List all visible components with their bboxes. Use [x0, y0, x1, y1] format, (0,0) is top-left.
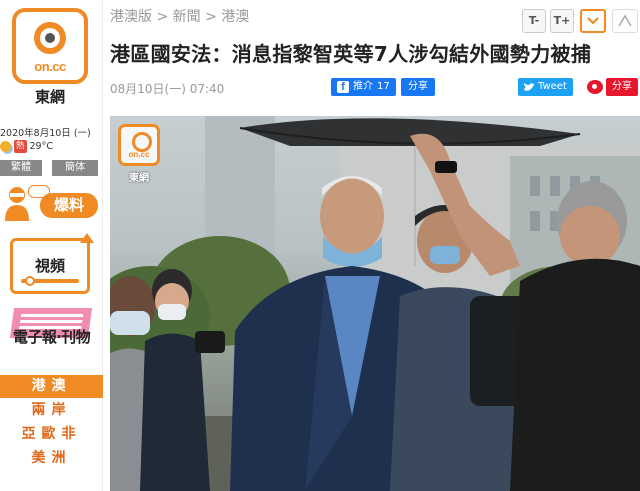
fb-recommend-label: 推介 [353, 81, 373, 92]
article-datetime: 08月10日(一) 07:40 [110, 82, 225, 96]
tv-antenna-icon [80, 233, 94, 243]
oncc-logo[interactable]: on.cc [12, 8, 88, 84]
video-button[interactable]: 視頻 [10, 233, 94, 294]
brand-name: 東網 [34, 88, 65, 106]
share-arrow-icon [618, 14, 632, 27]
category-hk-macau[interactable]: 港澳 [0, 375, 103, 398]
breadcrumb-separator: > [205, 9, 222, 25]
epaper-button[interactable]: 電子報‧刊物 [0, 304, 103, 360]
twitter-bird-icon [524, 82, 535, 91]
photo-watermark: 東網 [118, 124, 164, 184]
news-tip-button[interactable]: 爆料 [0, 183, 100, 223]
simplified-chinese-button[interactable]: 簡体 [52, 160, 98, 176]
article-photo[interactable]: 東網 [110, 116, 640, 491]
logo-ring-icon [34, 22, 66, 54]
font-smaller-button[interactable]: T- [522, 9, 546, 33]
video-label: 視頻 [34, 257, 65, 275]
weibo-share-button[interactable]: 分享 [587, 78, 638, 96]
breadcrumb-edition[interactable]: 港澳版 [110, 9, 152, 25]
breadcrumb: 港澳版 > 新聞 > 港澳 [110, 6, 249, 26]
expand-menu-button[interactable] [580, 9, 606, 33]
weibo-share-label: 分享 [606, 78, 638, 96]
facebook-icon: f [337, 81, 349, 93]
category-nav: 港澳 兩岸 亞歐非 美洲 [0, 375, 103, 471]
font-larger-button[interactable]: T+ [550, 9, 574, 33]
news-photo-scene [110, 116, 640, 491]
category-cross-strait[interactable]: 兩岸 [0, 399, 103, 422]
news-tip-label: 爆料 [40, 193, 98, 218]
hot-weather-badge: 熱 [14, 139, 27, 153]
watermark-brand: 東網 [129, 173, 149, 184]
breadcrumb-separator: > [156, 9, 173, 25]
breadcrumb-section[interactable]: 港澳 [221, 9, 249, 25]
logo-text: on.cc [34, 59, 66, 74]
breadcrumb-news[interactable]: 新聞 [173, 9, 201, 25]
sun-cloud-icon [0, 140, 11, 152]
facebook-share-button[interactable]: 分享 [401, 78, 435, 96]
watermark-logo-icon [118, 124, 160, 166]
category-americas[interactable]: 美洲 [0, 447, 103, 470]
temperature: 29°C [29, 140, 53, 152]
epaper-label: 電子報‧刊物 [12, 328, 91, 346]
traditional-chinese-button[interactable]: 繁體 [0, 160, 42, 176]
bookmark-button[interactable] [612, 9, 638, 33]
article-headline: 港區國安法：消息指黎智英等7人涉勾結外國勢力被捕 [110, 42, 592, 66]
page: on.cc 東網 2020年8月10日 (一) 熱 29°C 繁體 簡体 爆料 … [0, 0, 640, 491]
tweet-label: Tweet [538, 81, 567, 92]
current-date: 2020年8月10日 (一) [0, 128, 91, 139]
weather: 熱 29°C [0, 139, 53, 153]
category-asia-europe-africa[interactable]: 亞歐非 [0, 423, 103, 446]
weibo-icon [587, 80, 603, 94]
chevron-down-icon [587, 17, 599, 25]
facebook-recommend-button[interactable]: f 推介 17 [331, 78, 396, 96]
tweet-button[interactable]: Tweet [518, 78, 573, 96]
sidebar: on.cc 東網 2020年8月10日 (一) 熱 29°C 繁體 簡体 爆料 … [0, 0, 103, 491]
progress-knob-icon [25, 276, 35, 286]
fb-recommend-count: 17 [377, 81, 390, 92]
